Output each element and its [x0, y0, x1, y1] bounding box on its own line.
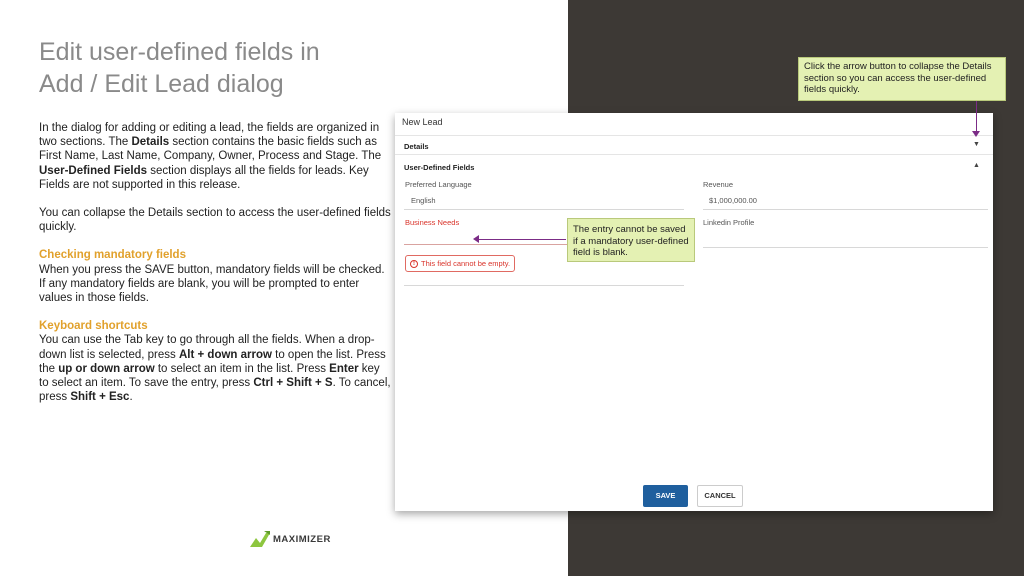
collapse-callout: Click the arrow button to collapse the D… [798, 57, 1006, 101]
business-needs-label: Business Needs [405, 218, 460, 227]
error-icon: ! [410, 260, 418, 269]
caret-up-icon[interactable]: ▲ [973, 162, 980, 170]
error-tooltip: ! This field cannot be empty. [405, 255, 515, 272]
preferred-language-select[interactable]: English [411, 196, 436, 205]
save-button[interactable]: SAVE [643, 485, 688, 507]
details-section-label: Details [404, 142, 429, 151]
text-run: When you press the SAVE button, mandator… [39, 263, 385, 305]
paragraph-shortcuts: Keyboard shortcuts You can use the Tab ke… [39, 319, 391, 404]
revenue-label: Revenue [703, 180, 734, 189]
maximizer-logo-icon [250, 531, 270, 547]
arrow-down-icon [972, 131, 980, 137]
linkedin-profile-label: Linkedin Profile [703, 218, 755, 227]
new-lead-dialog: New Lead Details ▼ User-Defined Fields ▲… [395, 113, 993, 511]
revenue-underline [703, 209, 988, 210]
slide-title: Edit user-defined fields in Add / Edit L… [39, 36, 369, 100]
paragraph-collapse: You can collapse the Details section to … [39, 207, 391, 234]
field-underline [404, 285, 684, 286]
dialog-title: New Lead [402, 117, 443, 127]
slide-title-line1: Edit user-defined fields in [39, 38, 320, 66]
callout-arrow-line [479, 239, 566, 240]
udf-section-label: User-Defined Fields [404, 163, 475, 172]
heading-mandatory: Checking mandatory fields [39, 249, 186, 262]
caret-down-icon[interactable]: ▼ [973, 141, 980, 149]
bold-details: Details [131, 136, 170, 149]
cancel-button[interactable]: CANCEL [697, 485, 743, 507]
details-section-header[interactable]: Details ▼ [395, 135, 993, 155]
shortcut-key: Enter [329, 362, 359, 375]
shortcut-key: Shift + Esc [70, 391, 130, 404]
callout-arrow-line [976, 101, 977, 133]
logo-text: MAXIMIZER [273, 534, 331, 545]
revenue-input[interactable]: $1,000,000.00 [709, 196, 757, 205]
arrow-left-icon [473, 235, 479, 243]
shortcut-key: up or down arrow [58, 362, 155, 375]
preferred-language-label: Preferred Language [405, 180, 472, 189]
description-text: In the dialog for adding or editing a le… [39, 121, 391, 418]
text-run: to select an item in the list. Press [154, 362, 330, 375]
mandatory-callout: The entry cannot be saved if a mandatory… [567, 218, 695, 262]
bold-udf: User-Defined Fields [39, 164, 147, 177]
paragraph-sections: In the dialog for adding or editing a le… [39, 121, 391, 192]
preferred-language-underline [404, 209, 684, 210]
error-message: This field cannot be empty. [421, 259, 511, 268]
udf-section-header[interactable]: User-Defined Fields ▲ [395, 157, 993, 177]
text-run: . [129, 391, 133, 404]
shortcut-key: Ctrl + Shift + S [253, 377, 333, 390]
shortcut-key: Alt + down arrow [178, 348, 272, 361]
heading-shortcuts: Keyboard shortcuts [39, 320, 148, 333]
linkedin-profile-input[interactable] [703, 247, 988, 248]
slide-title-line2: Add / Edit Lead dialog [39, 70, 284, 98]
paragraph-mandatory: Checking mandatory fields When you press … [39, 248, 391, 305]
